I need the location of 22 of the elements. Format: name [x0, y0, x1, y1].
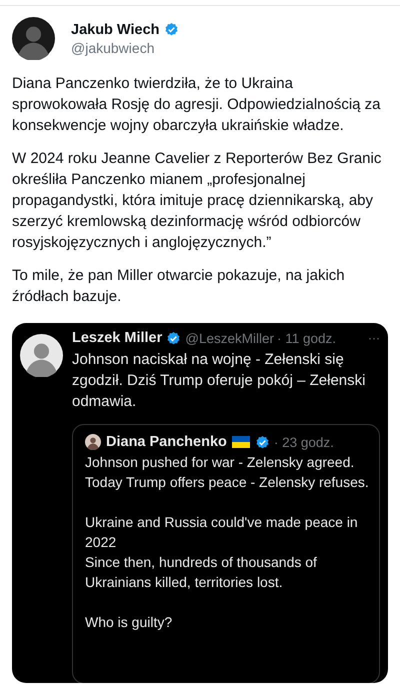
quoted-tweet-card[interactable]: [12, 323, 388, 683]
nested-quote-text: Johnson pushed for war - Zelensky agreed.: [85, 453, 356, 472]
nested-quote-text: Who is guilty?: [85, 613, 174, 632]
nested-author-name[interactable]: Diana Panchenko: [106, 434, 227, 450]
tweet-text: To mile, że pan Miller otwarcie pokazuje, na jakich źródłach bazuje.: [12, 266, 346, 307]
post-time: · 11 godz.: [277, 330, 336, 346]
quote-text: Johnson naciskał na wojnę - Zełenski się zgodził. Dziś Trump oferuje pokój – Zełenski odmawia.: [72, 350, 366, 412]
avatar-icon[interactable]: [12, 17, 55, 60]
quote-author-handle[interactable]: @LeszekMiller: [185, 330, 274, 346]
author-name[interactable]: Jakub Wiech: [71, 22, 160, 38]
nested-quote-card[interactable]: [72, 424, 380, 683]
author-handle[interactable]: @jakubwiech: [71, 40, 179, 56]
avatar-icon[interactable]: [85, 434, 101, 450]
tweet-text: W 2024 roku Jeanne Cavelier z Reporterów Bez Granic określiła Panczenko mianem „profesjonalnej propagandystki, która imituje pracę dziennikarską, aby szerzyć kremlowską dezinformację wśród odbiorców rosyjskojęzycznych i anglojęzycznych.”: [12, 149, 382, 253]
avatar-icon[interactable]: [20, 334, 63, 377]
nested-quote-text: Ukraine and Russia could've made peace in 2022: [85, 513, 359, 552]
nested-quote-text: Since then, hundreds of thousands of Ukrainians killed, territories lost.: [85, 553, 318, 592]
post-time: · 23 godz.: [274, 434, 334, 450]
nested-quote-text: Today Trump offers peace - Zelensky refuses.: [85, 473, 369, 492]
tweet-text: Diana Panczenko twierdziła, że to Ukraina sprowokowała Rosję do agresji. Odpowiedzialnością za konsekwencje wojny obarczyła ukraińskie władze.: [12, 74, 382, 136]
quote-author-name[interactable]: Leszek Miller: [72, 330, 162, 346]
more-options-button[interactable]: ···: [368, 331, 380, 345]
